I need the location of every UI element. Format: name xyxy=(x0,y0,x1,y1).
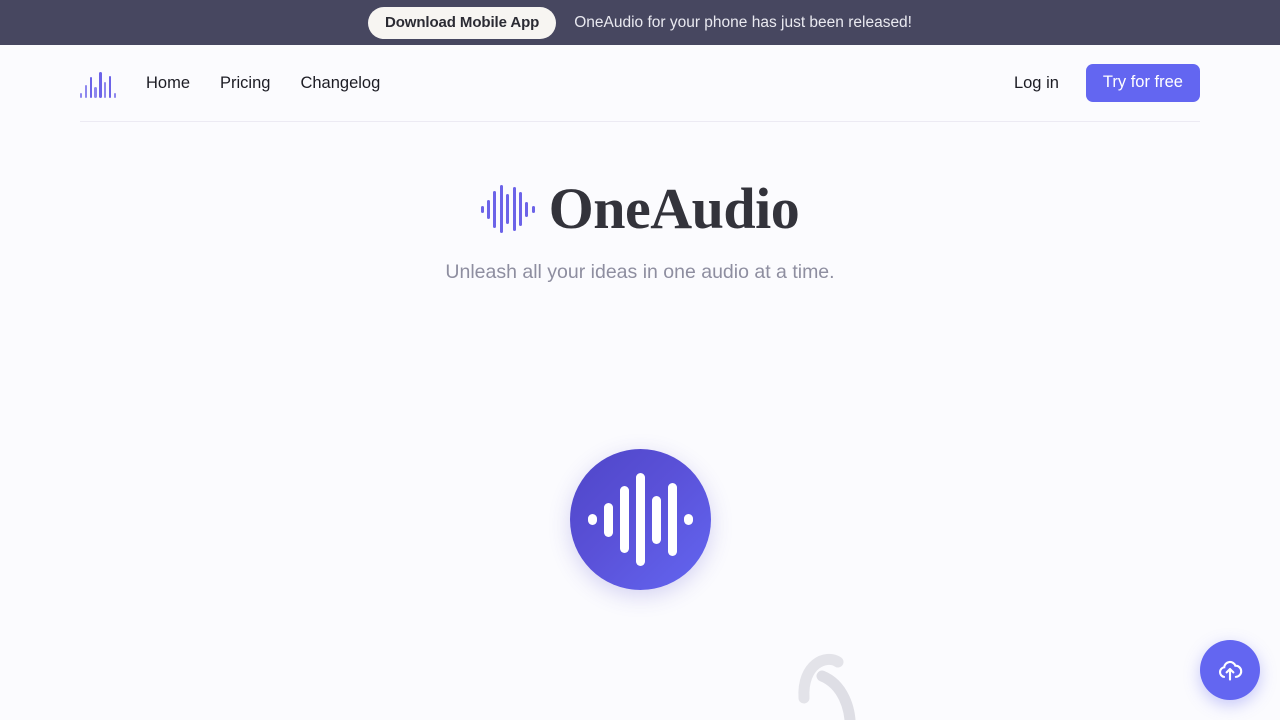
player-stage xyxy=(0,449,1280,590)
hero-title-row: OneAudio xyxy=(0,180,1280,238)
nav-wrapper: Home Pricing Changelog Log in Try for fr… xyxy=(0,45,1280,122)
nav-left-group: Home Pricing Changelog xyxy=(80,68,380,98)
upload-button[interactable] xyxy=(1200,640,1260,700)
page-title: OneAudio xyxy=(548,176,800,241)
nav-right-group: Log in Try for free xyxy=(1014,64,1200,102)
try-for-free-button[interactable]: Try for free xyxy=(1085,64,1200,102)
login-link[interactable]: Log in xyxy=(1014,74,1059,93)
waveform-icon xyxy=(480,180,535,238)
download-mobile-app-button[interactable]: Download Mobile App xyxy=(368,6,557,39)
announcement-message: OneAudio for your phone has just been re… xyxy=(574,13,912,31)
hero-subtitle: Unleash all your ideas in one audio at a… xyxy=(445,261,835,283)
announcement-banner: Download Mobile App OneAudio for your ph… xyxy=(0,0,1280,45)
curved-arrow-icon xyxy=(798,653,856,720)
audio-player-button[interactable] xyxy=(569,449,711,590)
waveform-icon[interactable] xyxy=(80,68,116,98)
main-navigation: Home Pricing Changelog Log in Try for fr… xyxy=(80,45,1200,122)
nav-link-pricing[interactable]: Pricing xyxy=(220,74,270,93)
nav-link-home[interactable]: Home xyxy=(146,74,190,93)
hero-section: OneAudio Unleash all your ideas in one a… xyxy=(0,180,1280,284)
cloud-upload-icon xyxy=(1218,660,1243,681)
nav-link-changelog[interactable]: Changelog xyxy=(300,74,380,93)
